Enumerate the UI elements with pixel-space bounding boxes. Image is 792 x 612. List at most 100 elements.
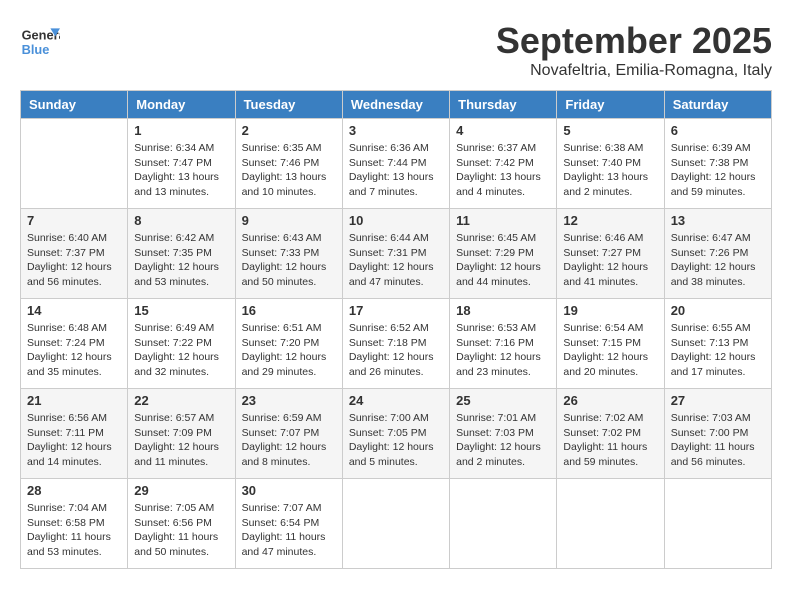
day-number: 4 <box>456 123 550 138</box>
calendar-cell: 30Sunrise: 7:07 AMSunset: 6:54 PMDayligh… <box>235 479 342 569</box>
day-number: 1 <box>134 123 228 138</box>
day-number: 24 <box>349 393 443 408</box>
day-info: Sunrise: 6:56 AMSunset: 7:11 PMDaylight:… <box>27 411 121 470</box>
weekday-header-monday: Monday <box>128 91 235 119</box>
location-subtitle: Novafeltria, Emilia-Romagna, Italy <box>496 62 772 80</box>
day-info: Sunrise: 6:46 AMSunset: 7:27 PMDaylight:… <box>563 231 657 290</box>
day-info: Sunrise: 6:38 AMSunset: 7:40 PMDaylight:… <box>563 141 657 200</box>
calendar-cell <box>557 479 664 569</box>
day-info: Sunrise: 7:03 AMSunset: 7:00 PMDaylight:… <box>671 411 765 470</box>
day-number: 21 <box>27 393 121 408</box>
day-info: Sunrise: 7:00 AMSunset: 7:05 PMDaylight:… <box>349 411 443 470</box>
calendar-week-row: 14Sunrise: 6:48 AMSunset: 7:24 PMDayligh… <box>21 299 772 389</box>
day-info: Sunrise: 6:36 AMSunset: 7:44 PMDaylight:… <box>349 141 443 200</box>
calendar-cell: 6 Sunrise: 6:39 AMSunset: 7:38 PMDaylight… <box>664 119 771 209</box>
day-number: 8 <box>134 213 228 228</box>
day-info: Sunrise: 7:05 AMSunset: 6:56 PMDaylight:… <box>134 501 228 560</box>
calendar-cell: 26Sunrise: 7:02 AMSunset: 7:02 PMDayligh… <box>557 389 664 479</box>
day-number: 27 <box>671 393 765 408</box>
day-number: 25 <box>456 393 550 408</box>
calendar-cell: 8 Sunrise: 6:42 AMSunset: 7:35 PMDaylight… <box>128 209 235 299</box>
day-number: 3 <box>349 123 443 138</box>
calendar-cell: 12 Sunrise: 6:46 AMSunset: 7:27 PMDayligh… <box>557 209 664 299</box>
calendar-cell: 14Sunrise: 6:48 AMSunset: 7:24 PMDayligh… <box>21 299 128 389</box>
day-number: 10 <box>349 213 443 228</box>
day-number: 17 <box>349 303 443 318</box>
day-number: 7 <box>27 213 121 228</box>
day-info: Sunrise: 6:49 AMSunset: 7:22 PMDaylight:… <box>134 321 228 380</box>
calendar-cell: 17Sunrise: 6:52 AMSunset: 7:18 PMDayligh… <box>342 299 449 389</box>
day-info: Sunrise: 6:59 AMSunset: 7:07 PMDaylight:… <box>242 411 336 470</box>
day-info: Sunrise: 6:51 AMSunset: 7:20 PMDaylight:… <box>242 321 336 380</box>
day-info: Sunrise: 6:47 AMSunset: 7:26 PMDaylight:… <box>671 231 765 290</box>
day-number: 26 <box>563 393 657 408</box>
calendar-cell: 2 Sunrise: 6:35 AMSunset: 7:46 PMDaylight… <box>235 119 342 209</box>
calendar-cell: 27 Sunrise: 7:03 AMSunset: 7:00 PMDayligh… <box>664 389 771 479</box>
logo: General Blue <box>20 20 60 60</box>
calendar-cell <box>342 479 449 569</box>
calendar-cell: 24 Sunrise: 7:00 AMSunset: 7:05 PMDayligh… <box>342 389 449 479</box>
calendar-cell: 15Sunrise: 6:49 AMSunset: 7:22 PMDayligh… <box>128 299 235 389</box>
day-number: 9 <box>242 213 336 228</box>
weekday-header-tuesday: Tuesday <box>235 91 342 119</box>
day-info: Sunrise: 6:42 AMSunset: 7:35 PMDaylight:… <box>134 231 228 290</box>
day-info: Sunrise: 7:01 AMSunset: 7:03 PMDaylight:… <box>456 411 550 470</box>
calendar-cell: 13 Sunrise: 6:47 AMSunset: 7:26 PMDayligh… <box>664 209 771 299</box>
calendar-week-row: 7Sunrise: 6:40 AMSunset: 7:37 PMDaylight… <box>21 209 772 299</box>
day-info: Sunrise: 6:55 AMSunset: 7:13 PMDaylight:… <box>671 321 765 380</box>
calendar-cell: 22Sunrise: 6:57 AMSunset: 7:09 PMDayligh… <box>128 389 235 479</box>
calendar-cell: 4 Sunrise: 6:37 AMSunset: 7:42 PMDaylight… <box>450 119 557 209</box>
day-info: Sunrise: 6:39 AMSunset: 7:38 PMDaylight:… <box>671 141 765 200</box>
day-number: 16 <box>242 303 336 318</box>
calendar-cell: 11 Sunrise: 6:45 AMSunset: 7:29 PMDayligh… <box>450 209 557 299</box>
logo-svg: General Blue <box>20 20 60 60</box>
day-info: Sunrise: 7:07 AMSunset: 6:54 PMDaylight:… <box>242 501 336 560</box>
calendar-cell: 19 Sunrise: 6:54 AMSunset: 7:15 PMDayligh… <box>557 299 664 389</box>
day-number: 13 <box>671 213 765 228</box>
title-section: September 2025 Novafeltria, Emilia-Romag… <box>496 20 772 80</box>
day-number: 20 <box>671 303 765 318</box>
weekday-header-wednesday: Wednesday <box>342 91 449 119</box>
calendar-body: 1Sunrise: 6:34 AMSunset: 7:47 PMDaylight… <box>21 119 772 569</box>
day-number: 5 <box>563 123 657 138</box>
day-number: 19 <box>563 303 657 318</box>
day-number: 12 <box>563 213 657 228</box>
svg-text:Blue: Blue <box>22 42 50 57</box>
calendar-header: SundayMondayTuesdayWednesdayThursdayFrid… <box>21 91 772 119</box>
day-number: 28 <box>27 483 121 498</box>
calendar-cell: 10Sunrise: 6:44 AMSunset: 7:31 PMDayligh… <box>342 209 449 299</box>
calendar-cell: 16 Sunrise: 6:51 AMSunset: 7:20 PMDayligh… <box>235 299 342 389</box>
calendar-cell <box>450 479 557 569</box>
calendar-cell: 29 Sunrise: 7:05 AMSunset: 6:56 PMDayligh… <box>128 479 235 569</box>
weekday-header-row: SundayMondayTuesdayWednesdayThursdayFrid… <box>21 91 772 119</box>
day-info: Sunrise: 6:54 AMSunset: 7:15 PMDaylight:… <box>563 321 657 380</box>
calendar-week-row: 21 Sunrise: 6:56 AMSunset: 7:11 PMDayligh… <box>21 389 772 479</box>
calendar-cell: 28 Sunrise: 7:04 AMSunset: 6:58 PMDayligh… <box>21 479 128 569</box>
calendar-cell: 23 Sunrise: 6:59 AMSunset: 7:07 PMDayligh… <box>235 389 342 479</box>
weekday-header-thursday: Thursday <box>450 91 557 119</box>
calendar-cell: 1Sunrise: 6:34 AMSunset: 7:47 PMDaylight… <box>128 119 235 209</box>
day-number: 22 <box>134 393 228 408</box>
day-number: 18 <box>456 303 550 318</box>
calendar-cell: 9 Sunrise: 6:43 AMSunset: 7:33 PMDaylight… <box>235 209 342 299</box>
weekday-header-saturday: Saturday <box>664 91 771 119</box>
day-number: 2 <box>242 123 336 138</box>
day-info: Sunrise: 6:43 AMSunset: 7:33 PMDaylight:… <box>242 231 336 290</box>
day-info: Sunrise: 6:45 AMSunset: 7:29 PMDaylight:… <box>456 231 550 290</box>
day-number: 6 <box>671 123 765 138</box>
weekday-header-sunday: Sunday <box>21 91 128 119</box>
calendar-cell: 18Sunrise: 6:53 AMSunset: 7:16 PMDayligh… <box>450 299 557 389</box>
day-number: 14 <box>27 303 121 318</box>
calendar-cell: 21 Sunrise: 6:56 AMSunset: 7:11 PMDayligh… <box>21 389 128 479</box>
day-number: 29 <box>134 483 228 498</box>
day-number: 23 <box>242 393 336 408</box>
day-info: Sunrise: 6:35 AMSunset: 7:46 PMDaylight:… <box>242 141 336 200</box>
calendar-week-row: 28 Sunrise: 7:04 AMSunset: 6:58 PMDayligh… <box>21 479 772 569</box>
calendar-cell: 25 Sunrise: 7:01 AMSunset: 7:03 PMDayligh… <box>450 389 557 479</box>
day-info: Sunrise: 6:37 AMSunset: 7:42 PMDaylight:… <box>456 141 550 200</box>
calendar-table: SundayMondayTuesdayWednesdayThursdayFrid… <box>20 90 772 569</box>
day-number: 11 <box>456 213 550 228</box>
day-info: Sunrise: 7:04 AMSunset: 6:58 PMDaylight:… <box>27 501 121 560</box>
calendar-cell <box>664 479 771 569</box>
calendar-week-row: 1Sunrise: 6:34 AMSunset: 7:47 PMDaylight… <box>21 119 772 209</box>
